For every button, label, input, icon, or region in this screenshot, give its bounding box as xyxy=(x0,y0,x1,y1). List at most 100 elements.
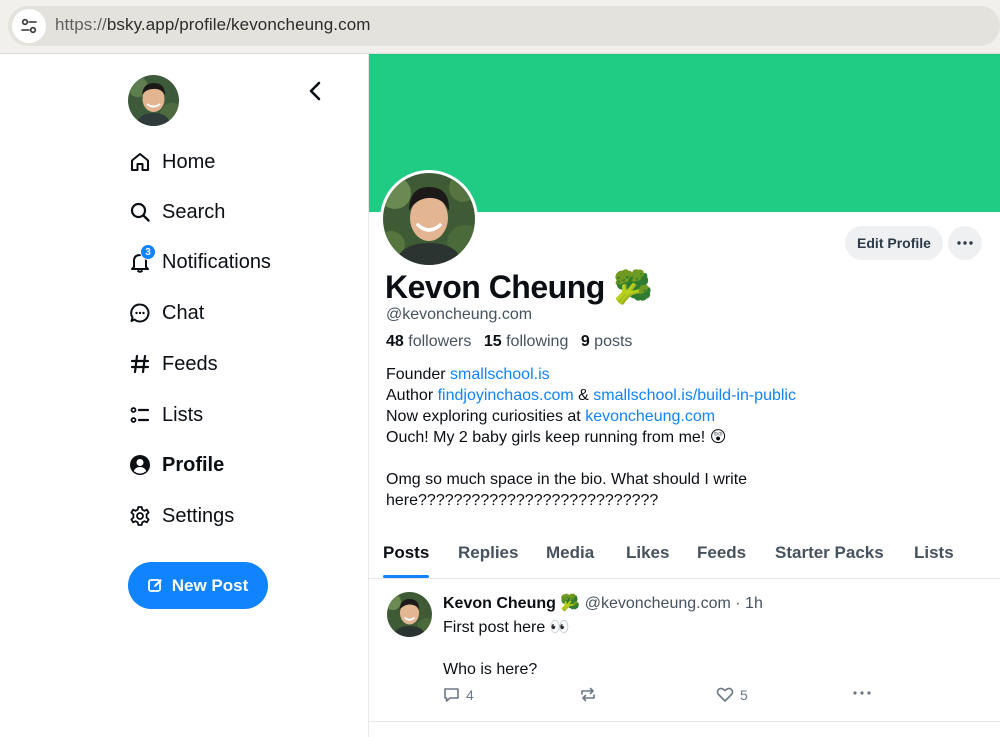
browser-url-bar: https://bsky.app/profile/kevoncheung.com xyxy=(0,0,1000,54)
bio-line: Ouch! My 2 baby girls keep running from … xyxy=(386,429,727,446)
bio-text: Founder xyxy=(386,366,451,383)
post-text-line: Who is here? xyxy=(443,661,538,678)
profile-handle: @kevoncheung.com xyxy=(386,306,533,323)
profile-bio: Founder smallschool.is Author findjoyinc… xyxy=(386,364,986,511)
chat-bubble-icon xyxy=(128,301,152,325)
nav-item-search[interactable]: Search xyxy=(128,192,225,232)
nav-item-chat[interactable]: Chat xyxy=(128,293,204,333)
tab-likes[interactable]: Likes xyxy=(626,543,669,563)
post-actions: 4 5 xyxy=(443,686,883,708)
site-settings-icon[interactable] xyxy=(12,9,46,43)
display-name-text: Kevon Cheung xyxy=(385,269,605,305)
post-author-handle[interactable]: @kevoncheung.com xyxy=(585,595,731,612)
bio-text: Now exploring curiosities at xyxy=(386,408,586,425)
list-icon xyxy=(128,403,152,427)
post-blank-line xyxy=(443,638,570,659)
tab-starter-packs[interactable]: Starter Packs xyxy=(775,543,884,563)
chevron-left-icon xyxy=(309,81,321,101)
bell-icon: 3 xyxy=(128,244,156,274)
gear-icon xyxy=(128,504,152,528)
bio-link-smallschool[interactable]: smallschool.is xyxy=(450,366,550,383)
tab-feeds[interactable]: Feeds xyxy=(697,543,746,563)
post-header: Kevon Cheung 🥦 @kevoncheung.com · 1h xyxy=(443,593,763,613)
posts-stat: 9 posts xyxy=(581,333,633,350)
nav-item-notifications[interactable]: 3 Notifications xyxy=(128,242,271,282)
bio-line: Founder smallschool.is xyxy=(386,364,986,385)
post-item[interactable]: Kevon Cheung 🥦 @kevoncheung.com · 1h Fir… xyxy=(369,580,1000,722)
profile-icon xyxy=(128,453,152,477)
compose-icon xyxy=(147,578,163,593)
profile-tabs: Posts Replies Media Likes Feeds Starter … xyxy=(369,536,1000,579)
post-author-emoji: 🥦 xyxy=(560,595,581,612)
reply-button[interactable]: 4 xyxy=(443,686,474,703)
ellipsis-icon xyxy=(853,691,871,695)
like-count: 5 xyxy=(740,686,748,703)
repost-icon xyxy=(581,687,595,702)
nav-label-lists: Lists xyxy=(162,403,204,426)
followers-label: followers xyxy=(408,333,472,350)
hash-icon xyxy=(128,352,152,376)
nav-label-chat: Chat xyxy=(162,301,205,324)
reply-icon xyxy=(444,688,459,702)
tab-media[interactable]: Media xyxy=(546,543,594,563)
bio-text: & xyxy=(573,387,594,404)
left-sidebar: Home Search 3 Notifications Chat Feeds L… xyxy=(0,54,369,737)
nav-item-feeds[interactable]: Feeds xyxy=(128,344,218,384)
like-button[interactable]: 5 xyxy=(716,686,748,703)
bio-line: Author findjoyinchaos.com & smallschool.… xyxy=(386,385,986,406)
new-post-label: New Post xyxy=(171,575,249,595)
nav-label-notifications: Notifications xyxy=(162,250,271,273)
post-more-button[interactable] xyxy=(853,691,871,695)
new-post-button[interactable]: New Post xyxy=(128,562,268,609)
notification-count-badge: 3 xyxy=(140,244,156,260)
profile-main: Edit Profile Kevon Cheung 🥦 @kevoncheung… xyxy=(369,54,1000,737)
nav-item-home[interactable]: Home xyxy=(128,142,215,182)
tab-posts[interactable]: Posts xyxy=(383,543,429,563)
profile-avatar[interactable] xyxy=(380,170,478,268)
nav-item-settings[interactable]: Settings xyxy=(128,496,234,536)
edit-profile-button[interactable]: Edit Profile xyxy=(845,226,943,260)
posts-count: 9 xyxy=(580,333,590,350)
post-body: First post here 👀 Who is here? xyxy=(443,617,570,680)
following-label: following xyxy=(506,333,569,350)
active-tab-indicator xyxy=(383,575,429,578)
post-text-line: First post here 👀 xyxy=(443,619,570,636)
tab-replies[interactable]: Replies xyxy=(458,543,518,563)
tab-lists[interactable]: Lists xyxy=(914,543,954,563)
nav-label-search: Search xyxy=(162,200,226,223)
user-avatar[interactable] xyxy=(128,75,179,126)
more-options-button[interactable] xyxy=(948,226,982,260)
nav-label-feeds: Feeds xyxy=(162,352,218,375)
url-text[interactable]: https://bsky.app/profile/kevoncheung.com xyxy=(55,15,371,35)
nav-label-profile: Profile xyxy=(162,453,225,476)
post-timestamp[interactable]: · 1h xyxy=(735,595,763,612)
search-icon xyxy=(128,200,152,224)
url-path: bsky.app/profile/kevoncheung.com xyxy=(106,15,371,34)
profile-stats: 48 followers 15 following 9 posts xyxy=(386,333,632,351)
following-link[interactable]: 15 following xyxy=(484,333,569,350)
bio-text: Author xyxy=(386,387,438,404)
broccoli-emoji: 🥦 xyxy=(613,269,653,305)
url-scheme: https:// xyxy=(55,15,107,34)
followers-count: 48 xyxy=(386,333,404,350)
following-count: 15 xyxy=(483,333,502,350)
bio-link-kevoncheung[interactable]: kevoncheung.com xyxy=(585,408,715,425)
nav-label-home: Home xyxy=(162,150,216,173)
nav-item-profile[interactable]: Profile xyxy=(128,445,224,485)
collapse-sidebar-button[interactable] xyxy=(300,76,330,106)
heart-icon xyxy=(716,687,734,702)
followers-link[interactable]: 48 followers xyxy=(386,333,471,350)
posts-label: posts xyxy=(594,333,633,350)
nav-label-settings: Settings xyxy=(162,504,235,527)
repost-button[interactable] xyxy=(579,686,597,703)
bio-link-build-in-public[interactable]: smallschool.is/build-in-public xyxy=(593,387,796,404)
bio-blank-line xyxy=(386,448,986,469)
post-author-avatar[interactable] xyxy=(387,592,432,637)
nav-item-lists[interactable]: Lists xyxy=(128,395,203,435)
bio-link-findjoyinchaos[interactable]: findjoyinchaos.com xyxy=(438,387,574,404)
bio-line: Now exploring curiosities at kevoncheung… xyxy=(386,406,986,427)
home-icon xyxy=(128,150,152,174)
ellipsis-icon xyxy=(957,241,973,245)
bio-line: Omg so much space in the bio. What shoul… xyxy=(386,471,748,488)
post-author-name[interactable]: Kevon Cheung xyxy=(443,595,556,612)
